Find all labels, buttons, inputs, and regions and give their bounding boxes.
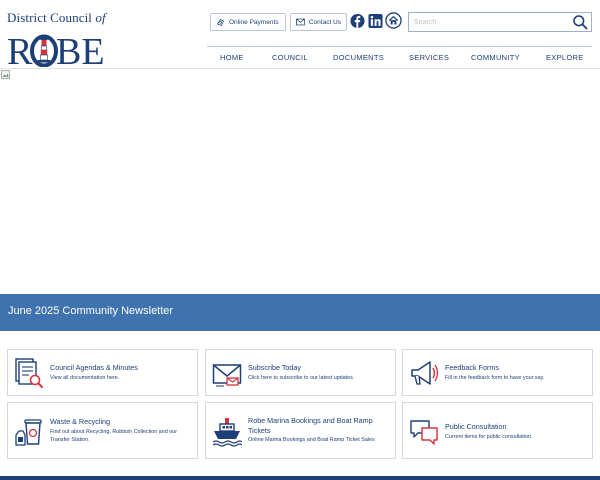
search-input[interactable] xyxy=(409,13,572,31)
waste-recycling-card[interactable]: Waste & Recycling Find out about Recycli… xyxy=(7,402,198,459)
card-description: Current items for public consultation. xyxy=(445,434,533,440)
documents-search-icon xyxy=(15,358,43,388)
card-title: Feedback Forms xyxy=(445,363,499,372)
card-title: Waste & Recycling xyxy=(50,417,111,426)
megaphone-icon xyxy=(411,361,439,385)
footer-bar xyxy=(0,476,600,480)
card-description: View all documentation here. xyxy=(50,375,120,381)
newsletter-banner[interactable]: June 2025 Community Newsletter xyxy=(0,294,600,331)
hero-image-area xyxy=(0,68,600,294)
broken-image-icon xyxy=(1,70,10,79)
payment-icon xyxy=(216,18,225,26)
online-payments-label: Online Payments xyxy=(229,18,279,26)
contact-us-label: Contact Us xyxy=(308,18,341,26)
card-description: Fill in the feedback form to have your s… xyxy=(445,375,545,381)
envelope-icon xyxy=(212,364,242,387)
main-navigation: HOME COUNCIL DOCUMENTS SERVICES COMMUNIT… xyxy=(207,47,592,67)
robe-wordmark: R BE xyxy=(7,31,105,67)
card-title: Public Consultation xyxy=(445,422,507,431)
mail-icon xyxy=(296,18,305,26)
logo-tagline: District Council of xyxy=(7,10,106,25)
nav-item-services[interactable]: SERVICES xyxy=(409,53,449,62)
search-box xyxy=(408,12,592,32)
recycling-bin-icon xyxy=(15,419,42,446)
lighthouse-icon xyxy=(30,34,58,67)
boat-icon xyxy=(212,418,242,447)
card-title: Council Agendas & Minutes xyxy=(50,363,138,372)
online-payments-button[interactable]: Online Payments xyxy=(210,13,286,31)
card-title: Robe Marina Bookings and Boat Ramp Ticke… xyxy=(248,416,373,435)
home-icon[interactable] xyxy=(385,12,402,29)
search-icon[interactable] xyxy=(572,14,588,30)
newsletter-banner-text: June 2025 Community Newsletter xyxy=(8,305,174,317)
nav-item-community[interactable]: COMMUNITY xyxy=(471,53,520,62)
card-title: Subscribe Today xyxy=(248,363,302,372)
speech-bubbles-icon xyxy=(410,420,438,445)
card-description: Find out about Recycling, Rubbish Collec… xyxy=(50,429,178,443)
nav-item-home[interactable]: HOME xyxy=(220,53,244,62)
nav-item-council[interactable]: COUNCIL xyxy=(272,53,308,62)
public-consultation-card[interactable]: Public Consultation Current items for pu… xyxy=(402,402,593,459)
svg-text:BE: BE xyxy=(56,31,105,67)
contact-us-button[interactable]: Contact Us xyxy=(290,13,347,31)
card-description: Click here to subscribe to our latest up… xyxy=(248,375,355,381)
marina-bookings-card[interactable]: Robe Marina Bookings and Boat Ramp Ticke… xyxy=(205,402,396,459)
feedback-forms-card[interactable]: Feedback Forms Fill in the feedback form… xyxy=(402,349,593,396)
card-description: Online Marina Bookings and Boat Ramp Tic… xyxy=(248,437,375,443)
subscribe-card[interactable]: Subscribe Today Click here to subscribe … xyxy=(205,349,396,396)
nav-item-documents[interactable]: DOCUMENTS xyxy=(333,53,384,62)
svg-text:R: R xyxy=(7,31,33,67)
facebook-icon[interactable] xyxy=(350,13,365,29)
council-logo[interactable]: District Council of R BE xyxy=(7,10,117,67)
nav-item-explore[interactable]: EXPLORE xyxy=(546,53,584,62)
council-agendas-card[interactable]: Council Agendas & Minutes View all docum… xyxy=(7,349,198,396)
linkedin-icon[interactable] xyxy=(368,13,383,29)
